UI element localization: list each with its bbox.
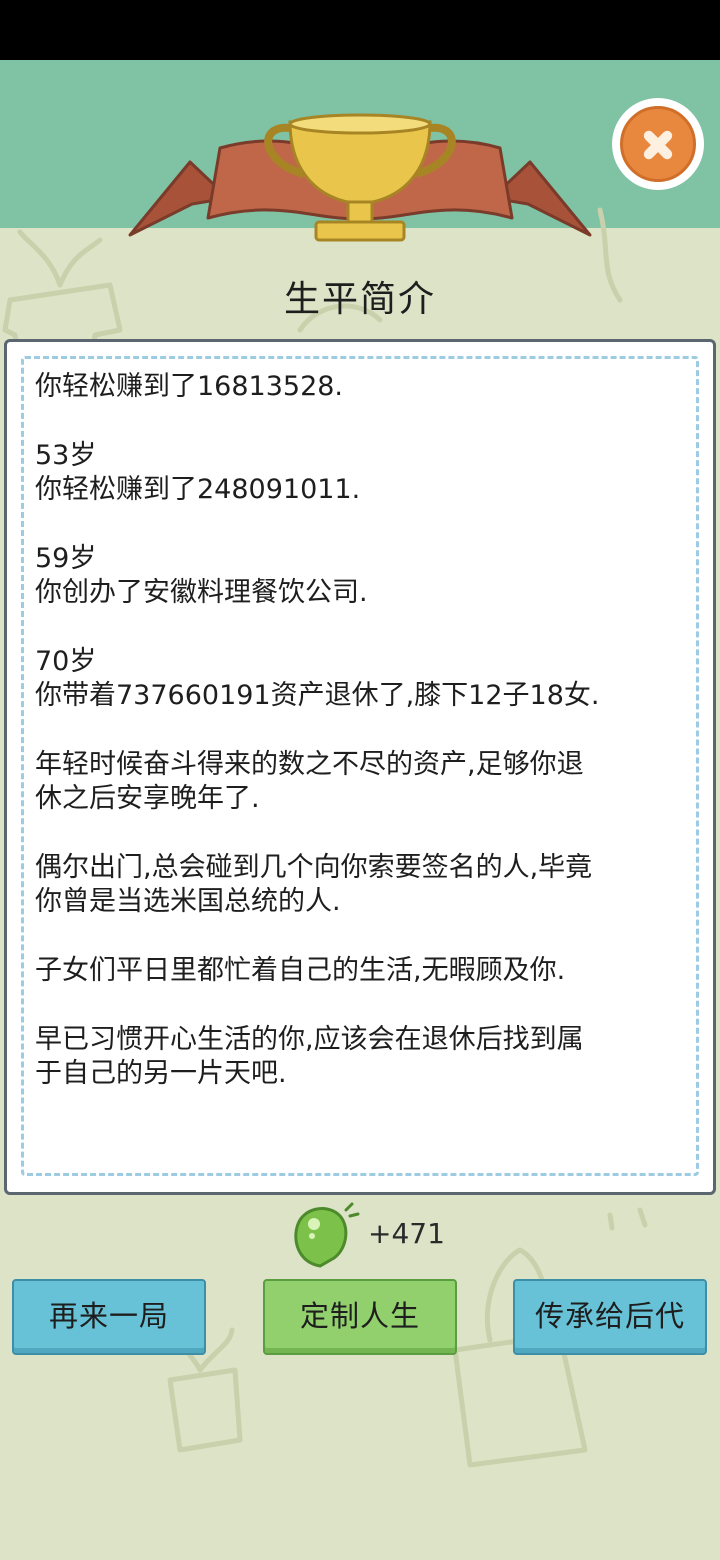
bio-line: 59岁 [35, 543, 97, 574]
bio-paragraph: 早已习惯开心生活的你,应该会在退休后找到属 于自己的另一片天吧. [35, 1023, 683, 1091]
close-x-icon [620, 106, 696, 182]
bio-line: 年轻时候奋斗得来的数之不尽的资产,足够你退 [35, 749, 584, 780]
reward-counter: +471 [290, 1200, 445, 1272]
bio-line: 70岁 [35, 646, 97, 677]
biography-text: 你轻松赚到了16813528. 53岁 你轻松赚到了248091011. 59岁… [35, 370, 683, 1126]
green-egg-icon [294, 1202, 360, 1268]
bio-line: 于自己的另一片天吧. [35, 1058, 287, 1089]
bio-paragraph: 年轻时候奋斗得来的数之不尽的资产,足够你退 休之后安享晚年了. [35, 748, 683, 816]
bio-line: 53岁 [35, 440, 97, 471]
bio-line: 偶尔出门,总会碰到几个向你索要签名的人,毕竟 [35, 852, 593, 883]
bio-line: 你带着737660191资产退休了,膝下12子18女. [35, 680, 600, 711]
biography-panel: 你轻松赚到了16813528. 53岁 你轻松赚到了248091011. 59岁… [4, 339, 716, 1195]
bio-line: 你轻松赚到了16813528. [35, 371, 344, 402]
trophy-banner [128, 113, 592, 242]
bio-line: 你轻松赚到了248091011. [35, 474, 361, 505]
bio-paragraph: 59岁 你创办了安徽料理餐饮公司. [35, 542, 683, 610]
customize-life-button[interactable]: 定制人生 [263, 1279, 457, 1355]
bio-line: 你曾是当选米国总统的人. [35, 886, 341, 917]
reward-amount: +471 [368, 1217, 445, 1250]
page-title: 生平简介 [283, 279, 436, 320]
bio-line: 休之后安享晚年了. [35, 783, 260, 814]
bio-line: 你创办了安徽料理餐饮公司. [35, 577, 368, 608]
bio-paragraph: 子女们平日里都忙着自己的生活,无暇顾及你. [35, 954, 683, 988]
bio-paragraph: 你轻松赚到了16813528. [35, 370, 683, 404]
bio-line: 子女们平日里都忙着自己的生活,无暇顾及你. [35, 955, 566, 986]
bio-paragraph: 53岁 你轻松赚到了248091011. [35, 439, 683, 507]
bio-paragraph: 偶尔出门,总会碰到几个向你索要签名的人,毕竟 你曾是当选米国总统的人. [35, 851, 683, 919]
close-button[interactable] [612, 98, 704, 190]
inherit-button[interactable]: 传承给后代 [513, 1279, 707, 1355]
bio-paragraph: 70岁 你带着737660191资产退休了,膝下12子18女. [35, 645, 683, 713]
bio-line: 早已习惯开心生活的你,应该会在退休后找到属 [35, 1024, 584, 1055]
restart-button[interactable]: 再来一局 [12, 1279, 206, 1355]
